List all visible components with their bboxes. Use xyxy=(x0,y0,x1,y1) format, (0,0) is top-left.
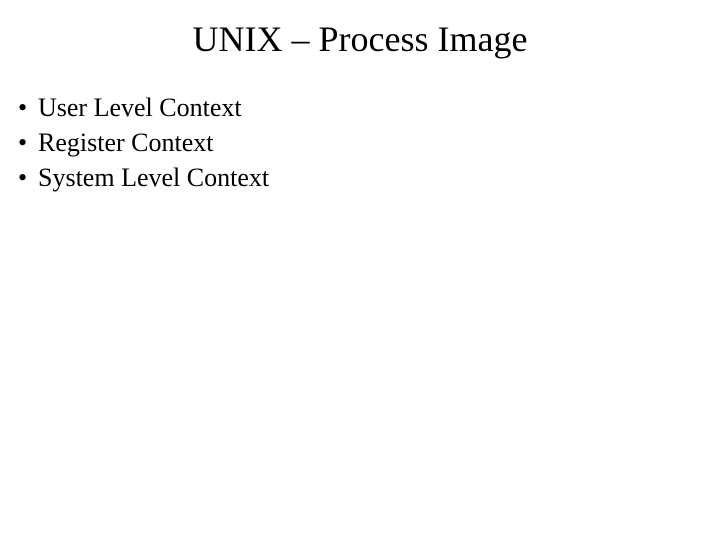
bullet-icon: • xyxy=(18,125,38,160)
bullet-text: User Level Context xyxy=(38,90,242,125)
slide-title: UNIX – Process Image xyxy=(0,18,720,60)
bullet-text: System Level Context xyxy=(38,160,269,195)
bullet-list: • User Level Context • Register Context … xyxy=(0,90,720,195)
list-item: • Register Context xyxy=(18,125,720,160)
list-item: • System Level Context xyxy=(18,160,720,195)
list-item: • User Level Context xyxy=(18,90,720,125)
bullet-text: Register Context xyxy=(38,125,213,160)
bullet-icon: • xyxy=(18,90,38,125)
bullet-icon: • xyxy=(18,160,38,195)
